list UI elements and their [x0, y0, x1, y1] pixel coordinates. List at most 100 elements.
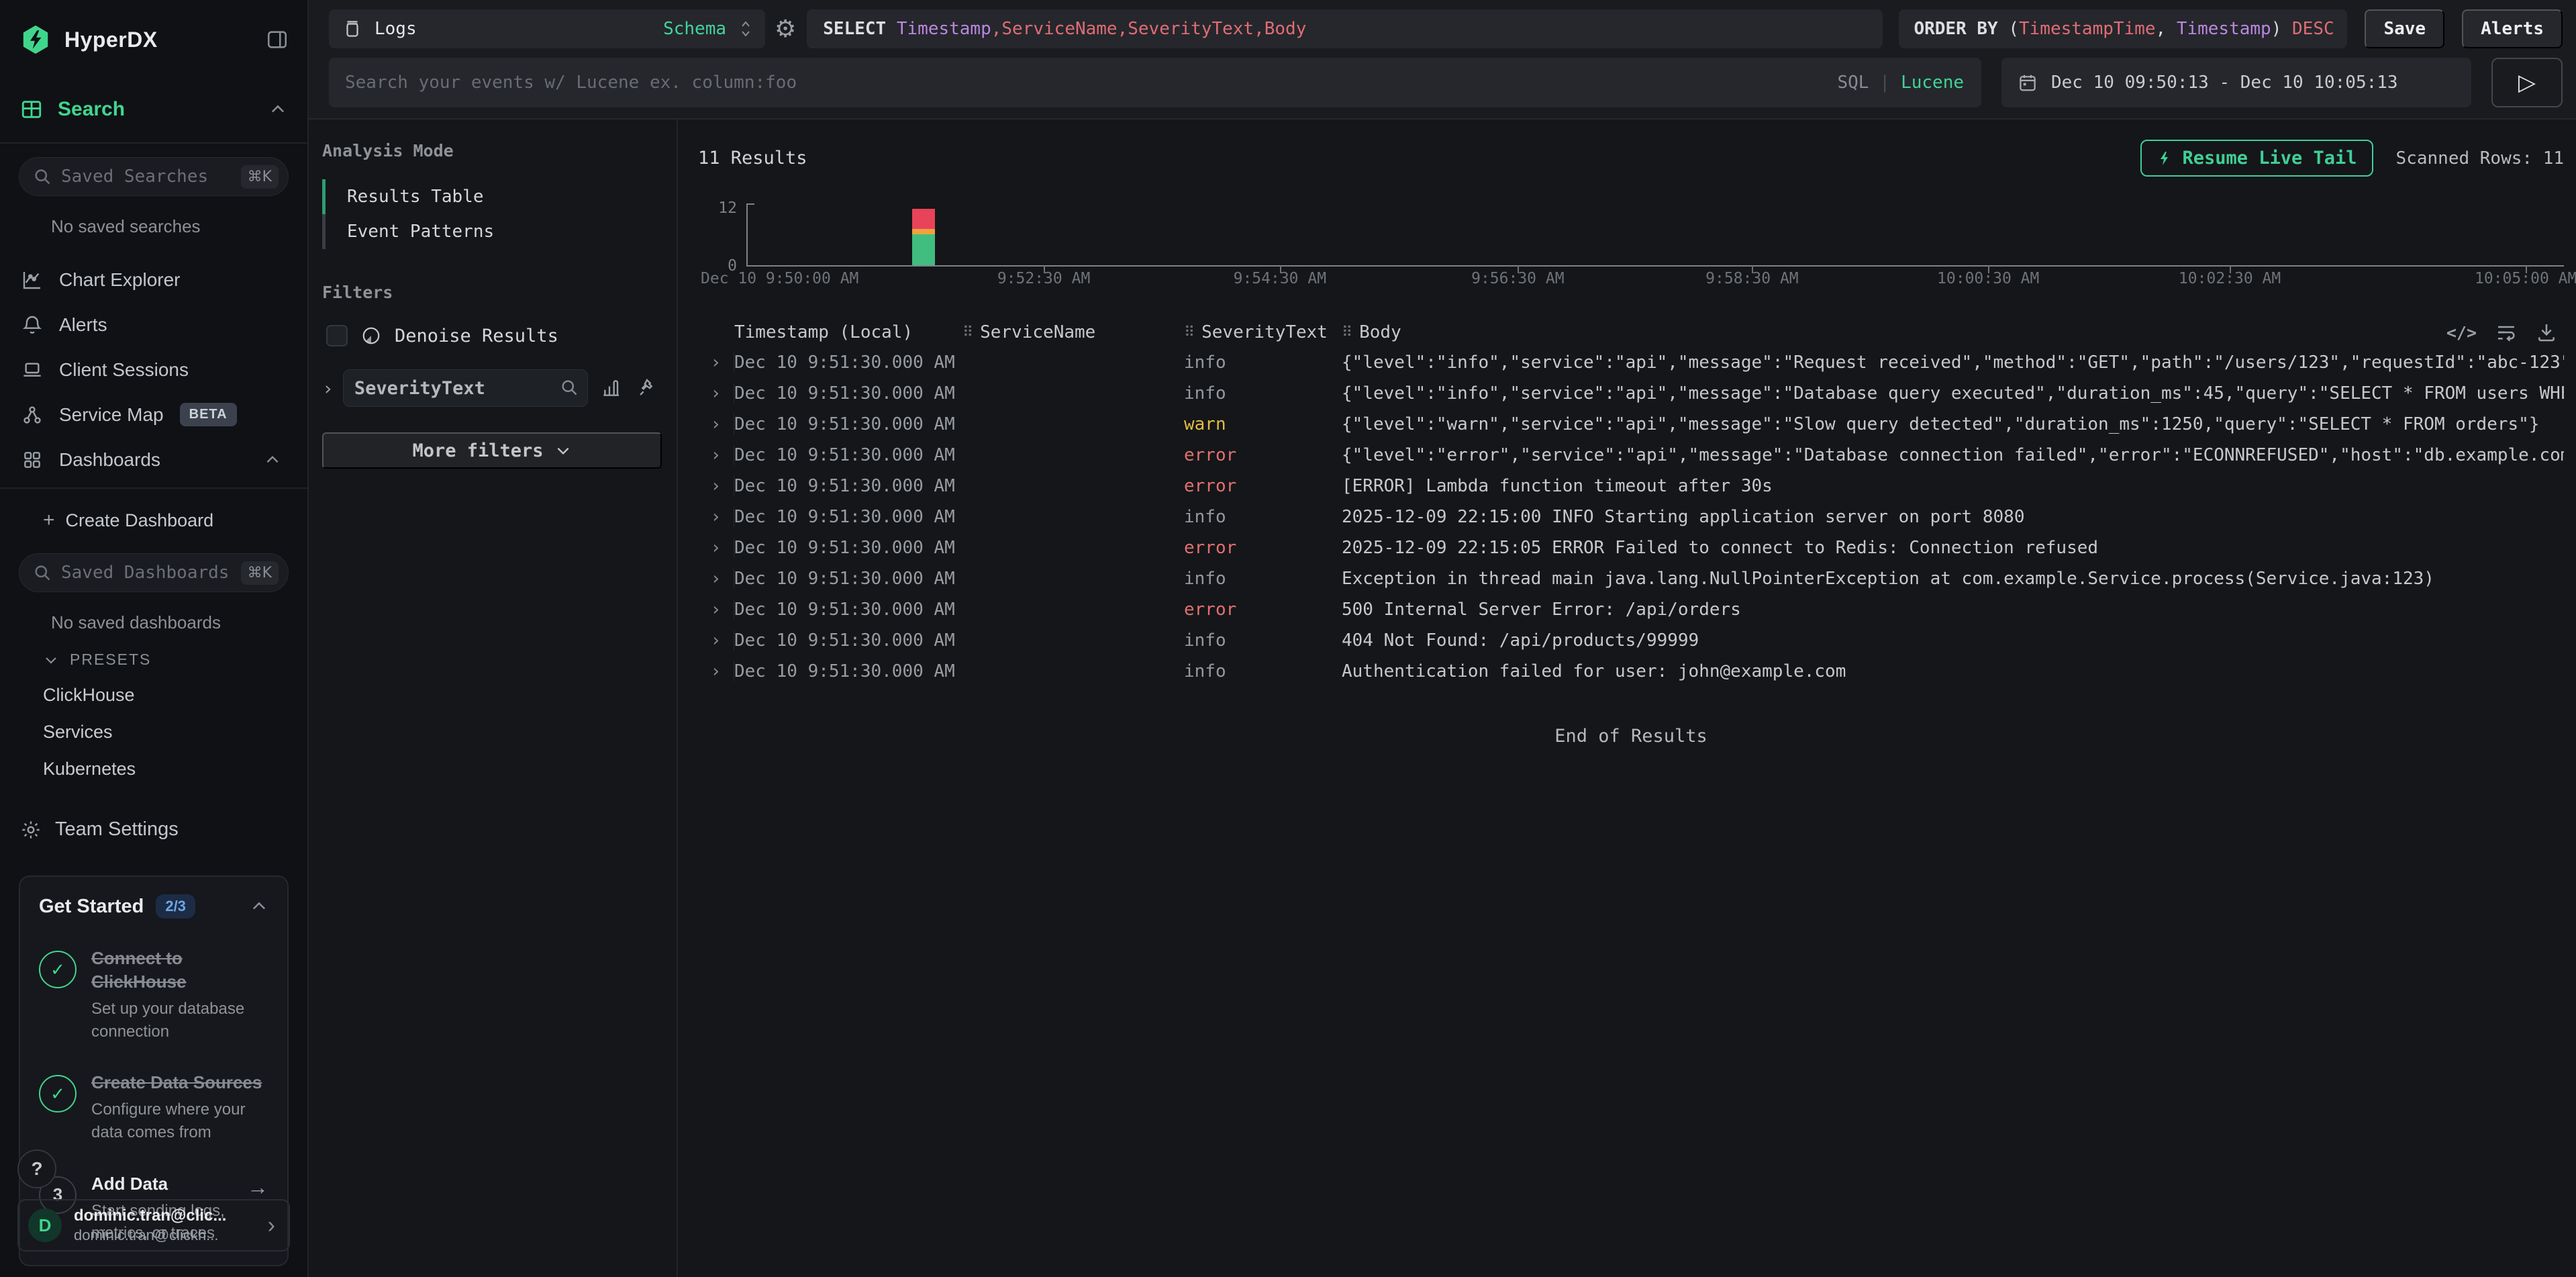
sidebar-item-client-sessions[interactable]: Client Sessions [0, 347, 307, 392]
col-body[interactable]: ⠿Body [1342, 322, 2564, 342]
check-circle-icon: ✓ [39, 951, 77, 988]
facet-expand-icon[interactable]: › [322, 377, 334, 399]
denoise-checkbox[interactable] [326, 325, 348, 346]
download-icon[interactable] [2536, 322, 2557, 343]
saved-searches-input[interactable] [61, 167, 241, 187]
view-sql-icon[interactable]: </> [2446, 323, 2477, 342]
sidebar-item-chart-explorer[interactable]: Chart Explorer [0, 257, 307, 302]
presets-toggle[interactable]: PRESETS [43, 651, 307, 669]
col-timestamp[interactable]: Timestamp (Local) [734, 322, 962, 342]
row-expand-icon[interactable]: › [698, 383, 734, 404]
user-email: dominic.tran@clickh... [74, 1227, 256, 1244]
tab-event-patterns[interactable]: Event Patterns [322, 214, 660, 249]
facet-search-input[interactable] [343, 369, 588, 407]
step-title: Add Data [91, 1172, 232, 1196]
preset-services[interactable]: Services [43, 722, 307, 743]
select-chevrons-icon [738, 19, 753, 39]
more-filters-button[interactable]: More filters [322, 432, 662, 469]
preset-clickhouse[interactable]: ClickHouse [43, 685, 307, 706]
row-expand-icon[interactable]: › [698, 352, 734, 373]
saved-dashboards-box[interactable]: ⌘K [19, 553, 289, 592]
table-row[interactable]: ›Dec 10 9:51:30.000 AMwarn{"level":"warn… [698, 409, 2564, 440]
divider [0, 487, 307, 489]
alerts-button[interactable]: Alerts [2462, 9, 2563, 48]
get-started-item-sources[interactable]: ✓ Create Data Sources Configure where yo… [39, 1071, 268, 1143]
preset-kubernetes[interactable]: Kubernetes [43, 759, 307, 779]
x-axis-tick-label: Dec 10 9:50:00 AM [701, 270, 858, 287]
row-expand-icon[interactable]: › [698, 630, 734, 651]
search-icon [33, 167, 52, 186]
col-servicename[interactable]: ⠿ServiceName [962, 322, 1184, 342]
sidebar-search-label: Search [58, 98, 254, 121]
event-search-input[interactable] [329, 58, 1981, 107]
table-row[interactable]: ›Dec 10 9:51:30.000 AMinfo{"level":"info… [698, 347, 2564, 378]
table-row[interactable]: ›Dec 10 9:51:30.000 AMinfoAuthentication… [698, 656, 2564, 687]
denoise-label: Denoise Results [395, 326, 558, 346]
drag-handle-icon[interactable]: ⠿ [1184, 324, 1195, 341]
resume-live-tail-button[interactable]: Resume Live Tail [2140, 140, 2373, 177]
chevron-up-icon[interactable] [250, 897, 268, 916]
sidebar-item-alerts[interactable]: Alerts [0, 302, 307, 347]
create-dashboard-button[interactable]: + Create Dashboard [43, 509, 307, 532]
row-expand-icon[interactable]: › [698, 445, 734, 465]
facet-chart-icon[interactable] [601, 377, 623, 399]
beta-badge: BETA [180, 403, 237, 426]
sidebar-item-dashboards[interactable]: Dashboards [0, 437, 307, 482]
table-row[interactable]: ›Dec 10 9:51:30.000 AMerror500 Internal … [698, 594, 2564, 625]
help-button[interactable]: ? [17, 1149, 56, 1188]
table-row[interactable]: ›Dec 10 9:51:30.000 AMinfoException in t… [698, 563, 2564, 594]
results-histogram[interactable]: 12 0 [698, 203, 2564, 304]
table-row[interactable]: ›Dec 10 9:51:30.000 AMerror2025-12-09 22… [698, 532, 2564, 563]
time-range-picker[interactable]: Dec 10 09:50:13 - Dec 10 10:05:13 [2001, 58, 2471, 107]
text-wrap-icon[interactable] [2495, 322, 2517, 343]
facet-pin-icon[interactable] [636, 377, 658, 399]
row-expand-icon[interactable]: › [698, 600, 734, 620]
drag-handle-icon[interactable]: ⠿ [962, 324, 973, 341]
row-expand-icon[interactable]: › [698, 538, 734, 558]
chevron-up-icon[interactable] [268, 100, 287, 119]
order-by-input[interactable]: ORDER BY (TimestampTime, Timestamp) DESC [1899, 9, 2347, 48]
table-row[interactable]: ›Dec 10 9:51:30.000 AMinfo2025-12-09 22:… [698, 502, 2564, 532]
get-started-item-connect[interactable]: ✓ Connect to ClickHouse Set up your data… [39, 947, 268, 1043]
row-expand-icon[interactable]: › [698, 661, 734, 681]
filters-label: Filters [322, 283, 660, 302]
save-button[interactable]: Save [2365, 9, 2444, 48]
lucene-toggle[interactable]: Lucene [1901, 73, 1964, 93]
row-expand-icon[interactable]: › [698, 569, 734, 589]
sidebar-item-team-settings[interactable]: Team Settings [20, 818, 307, 841]
toggle-divider: | [1879, 73, 1890, 93]
table-row[interactable]: ›Dec 10 9:51:30.000 AMerror{"level":"err… [698, 440, 2564, 471]
sidebar-collapse-icon[interactable] [266, 28, 289, 51]
chevron-up-icon[interactable] [262, 451, 283, 469]
step-title: Create Data Sources [91, 1071, 268, 1094]
sql-toggle[interactable]: SQL [1837, 73, 1869, 93]
table-row[interactable]: ›Dec 10 9:51:30.000 AMinfo{"level":"info… [698, 378, 2564, 409]
saved-dashboards-input[interactable] [61, 563, 241, 583]
app-title: HyperDX [64, 28, 252, 52]
histogram-bar[interactable] [912, 203, 935, 265]
bar-segment-warn [912, 229, 935, 234]
sidebar-item-service-map[interactable]: Service Map BETA [0, 392, 307, 437]
table-row[interactable]: ›Dec 10 9:51:30.000 AMinfo404 Not Found:… [698, 625, 2564, 656]
source-settings-gear-icon[interactable]: ⚙ [775, 17, 796, 41]
x-axis-tick-label: 9:52:30 AM [997, 270, 1090, 287]
tab-results-table[interactable]: Results Table [322, 179, 660, 214]
run-query-button[interactable]: ▷ [2491, 58, 2563, 107]
table-row[interactable]: ›Dec 10 9:51:30.000 AMerror[ERROR] Lambd… [698, 471, 2564, 502]
user-account-button[interactable]: D dominic.tran@clic... dominic.tran@clic… [17, 1199, 290, 1251]
select-clause-input[interactable]: SELECT Timestamp,ServiceName,SeverityTex… [807, 9, 1883, 48]
drag-handle-icon[interactable]: ⠿ [1342, 324, 1352, 341]
analysis-mode-tabs: Results Table Event Patterns [322, 179, 660, 249]
x-axis-tick-label: 9:58:30 AM [1705, 270, 1798, 287]
col-severitytext[interactable]: ⠿SeverityText [1184, 322, 1342, 342]
saved-searches-box[interactable]: ⌘K [19, 157, 289, 196]
row-expand-icon[interactable]: › [698, 414, 734, 434]
bell-icon [21, 314, 43, 336]
get-started-header[interactable]: Get Started 2/3 [39, 894, 268, 918]
row-expand-icon[interactable]: › [698, 507, 734, 527]
denoise-results-row[interactable]: Denoise Results [322, 325, 660, 346]
row-expand-icon[interactable]: › [698, 476, 734, 496]
lightning-icon [2157, 149, 2173, 168]
data-source-select[interactable]: Logs Schema [329, 9, 765, 48]
sidebar-item-search[interactable]: Search [0, 93, 307, 126]
